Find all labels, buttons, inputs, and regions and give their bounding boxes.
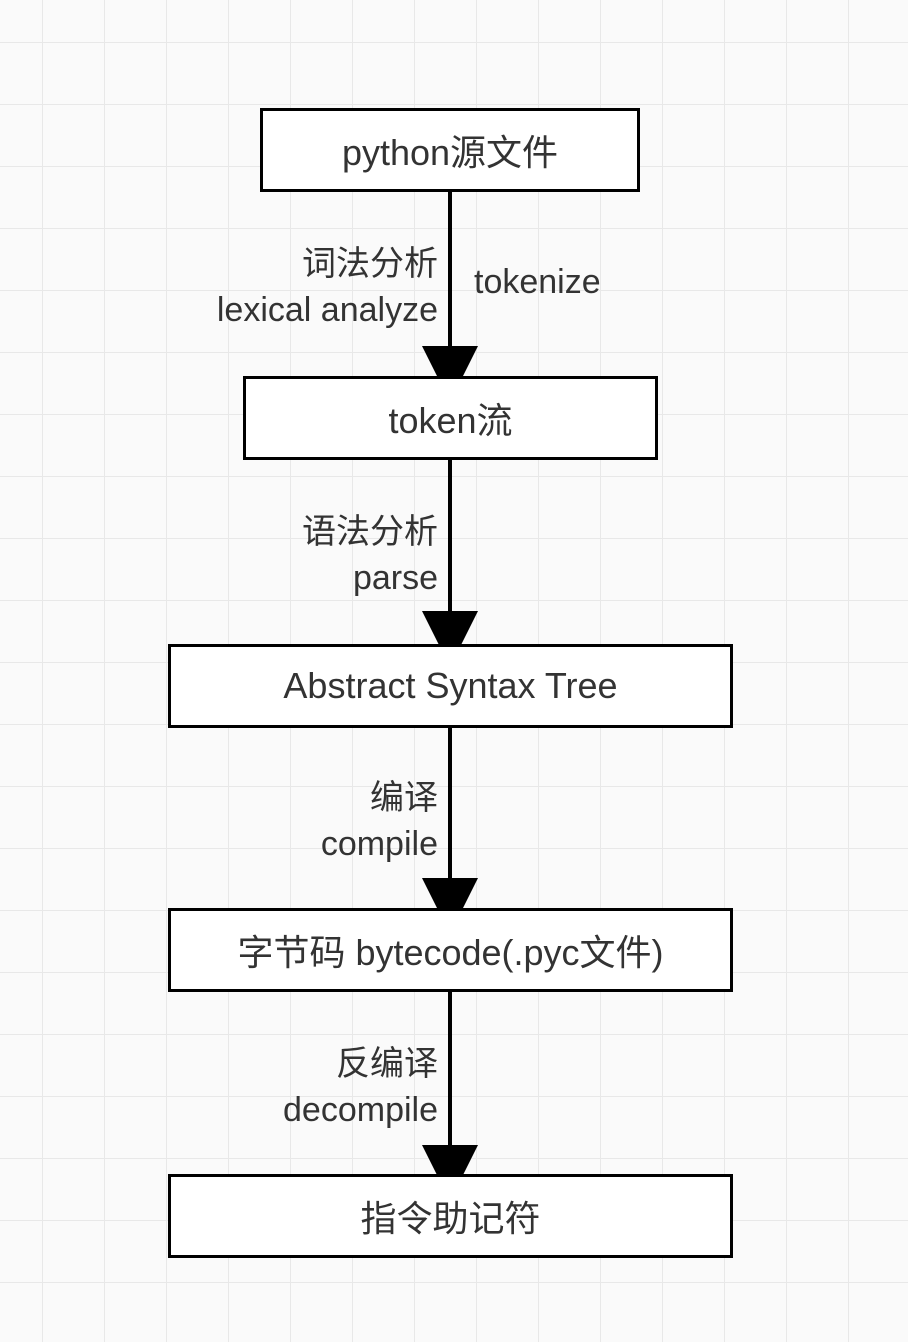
edge-label-line: tokenize (474, 260, 714, 306)
edge-label-line: 词法分析 (150, 242, 438, 288)
flowchart-diagram: python源文件 token流 Abstract Syntax Tree 字节… (0, 0, 908, 1342)
edge-label-compile: 编译 compile (170, 776, 438, 868)
node-token-stream: token流 (243, 376, 658, 460)
edge-label-line: 语法分析 (170, 510, 438, 556)
node-label: Abstract Syntax Tree (283, 665, 617, 707)
edge-label-line: lexical analyze (150, 288, 438, 334)
node-label: token流 (388, 392, 512, 444)
node-label: python源文件 (342, 124, 558, 176)
edge-label-tokenize: tokenize (474, 260, 714, 306)
node-bytecode: 字节码 bytecode(.pyc文件) (168, 908, 733, 992)
edge-label-line: parse (170, 556, 438, 602)
node-ast: Abstract Syntax Tree (168, 644, 733, 728)
edge-label-line: 反编译 (150, 1042, 438, 1088)
node-label: 指令助记符 (360, 1190, 540, 1242)
edge-label-decompile: 反编译 decompile (150, 1042, 438, 1134)
edge-label-line: compile (170, 822, 438, 868)
node-mnemonics: 指令助记符 (168, 1174, 733, 1258)
edge-label-line: decompile (150, 1088, 438, 1134)
edge-label-parse: 语法分析 parse (170, 510, 438, 602)
node-source-file: python源文件 (260, 108, 640, 192)
node-label: 字节码 bytecode(.pyc文件) (237, 924, 663, 976)
edge-label-line: 编译 (170, 776, 438, 822)
edge-label-lexical-left: 词法分析 lexical analyze (150, 242, 438, 334)
